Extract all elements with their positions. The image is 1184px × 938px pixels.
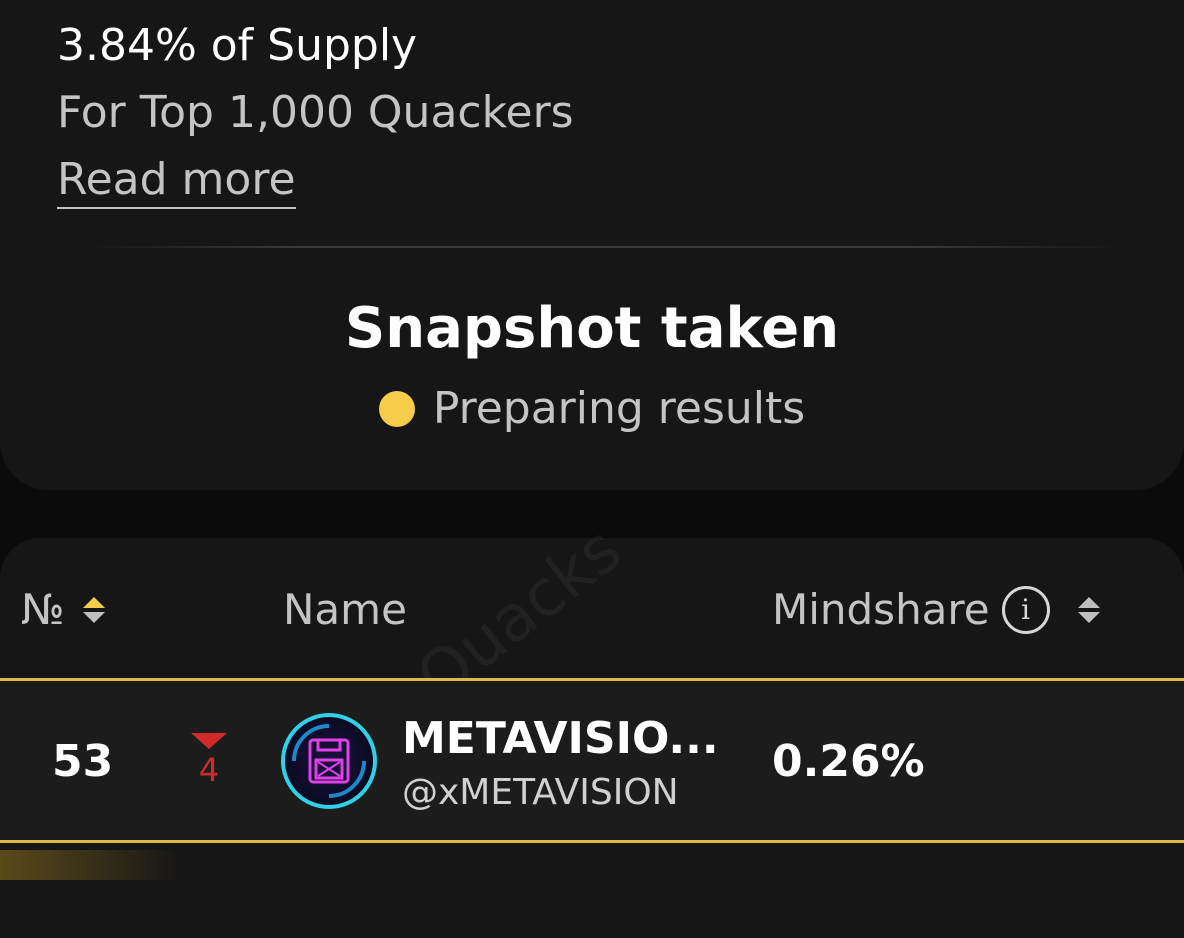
row-rank: 53 — [52, 736, 114, 787]
column-header-name-label: Name — [283, 585, 407, 634]
snapshot-title: Snapshot taken — [344, 296, 840, 361]
sort-icon[interactable] — [82, 597, 105, 623]
rank-change-value: 4 — [198, 751, 220, 789]
info-icon[interactable]: i — [1001, 586, 1050, 634]
next-row-glow — [0, 850, 180, 880]
column-header-mindshare[interactable]: Mindshare i — [772, 584, 1100, 636]
mindshare-value: 0.26% — [772, 736, 925, 787]
read-more-link[interactable]: Read more — [57, 153, 296, 209]
status-row: Preparing results — [0, 382, 1184, 436]
status-text: Preparing results — [432, 383, 806, 434]
sort-icon[interactable] — [1077, 597, 1100, 623]
user-name[interactable]: METAVISIO... — [402, 712, 719, 766]
column-header-rank[interactable]: № — [21, 584, 105, 636]
column-header-name: Name — [283, 584, 407, 636]
supply-percentage: 3.84% of Supply — [57, 20, 418, 71]
user-handle: @xMETAVISION — [402, 772, 679, 813]
column-header-mindshare-label: Mindshare — [772, 585, 990, 634]
status-dot-icon — [378, 391, 415, 427]
column-header-rank-label: № — [21, 585, 65, 634]
divider — [90, 246, 1120, 248]
arrow-down-icon — [191, 733, 227, 749]
avatar[interactable] — [280, 712, 378, 810]
rank-change: 4 — [190, 733, 228, 789]
floppy-disk-icon — [281, 713, 377, 809]
supply-subtitle: For Top 1,000 Quackers — [57, 87, 574, 138]
